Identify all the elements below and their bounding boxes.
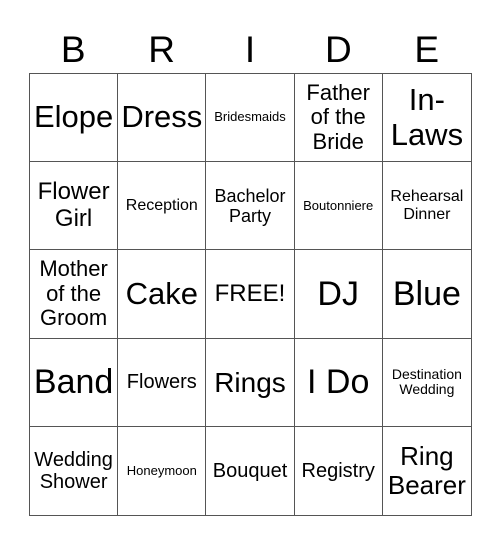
bingo-cell[interactable]: In-Laws xyxy=(382,74,471,163)
bingo-header: B R I D E xyxy=(29,28,471,72)
bingo-cell[interactable]: Rehearsal Dinner xyxy=(382,162,471,251)
bingo-cell[interactable]: Cake xyxy=(118,250,207,339)
bingo-cell[interactable]: I Do xyxy=(294,338,383,427)
bingo-cell[interactable]: Father of the Bride xyxy=(294,74,383,163)
bingo-cell[interactable]: Dress xyxy=(118,74,207,163)
bingo-cell[interactable]: Registry xyxy=(295,426,383,515)
bingo-cell[interactable]: Blue xyxy=(382,250,471,339)
bingo-cell[interactable]: Rings xyxy=(206,338,295,427)
bingo-cell[interactable]: Band xyxy=(30,338,119,427)
bingo-cell[interactable]: Flowers xyxy=(118,338,207,427)
header-letter-d: D xyxy=(325,29,352,70)
bingo-cell[interactable]: Bridesmaids xyxy=(206,74,295,163)
bingo-grid: Elope Dress Bridesmaids Father of the Br… xyxy=(29,73,472,516)
header-letter-r: R xyxy=(148,29,175,70)
bingo-cell[interactable]: Ring Bearer xyxy=(383,427,471,515)
bingo-cell[interactable]: Bachelor Party xyxy=(206,162,295,251)
bingo-cell[interactable]: DJ xyxy=(294,250,383,339)
bingo-cell[interactable]: Honeymoon xyxy=(118,426,207,515)
bingo-cell[interactable]: Flower Girl xyxy=(30,162,119,251)
header-letter-i: I xyxy=(244,29,256,70)
bingo-cell[interactable]: Boutonniere xyxy=(294,162,383,251)
bingo-cell[interactable]: Bouquet xyxy=(206,426,295,515)
bingo-cell[interactable]: Mother of the Groom xyxy=(30,250,119,339)
free-space[interactable]: FREE! xyxy=(206,250,295,339)
header-letter-e: E xyxy=(414,29,440,70)
header-letter-b: B xyxy=(60,29,86,70)
bingo-cell[interactable]: Reception xyxy=(118,162,207,251)
bingo-cell[interactable]: Elope xyxy=(30,74,119,163)
bingo-cell[interactable]: Wedding Shower xyxy=(30,426,119,515)
bingo-cell[interactable]: Destination Wedding xyxy=(382,339,471,427)
